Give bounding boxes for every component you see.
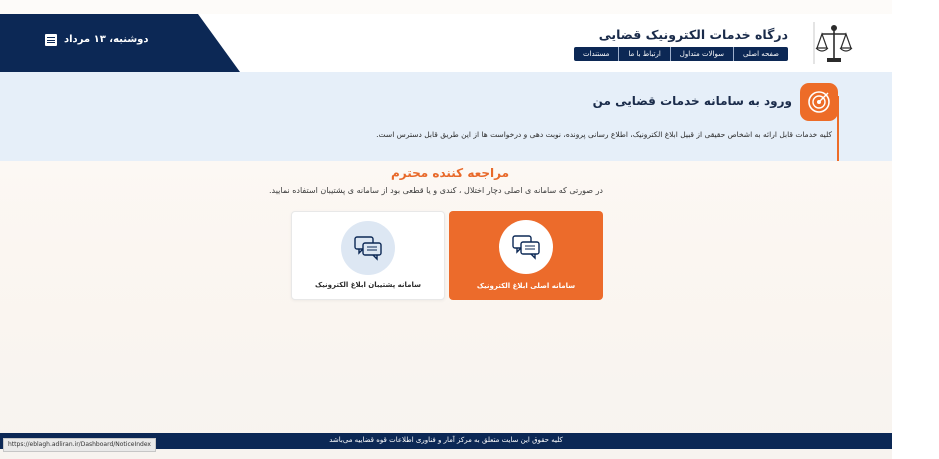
greeting-heading: مراجعه کننده محترم <box>390 166 510 180</box>
notice-title: ورود به سامانه خدمات قضایی من <box>592 94 792 108</box>
instruction-text: در صورتی که سامانه ی اصلی دچار اختلال ، … <box>269 186 603 195</box>
nav-item-home[interactable]: صفحه اصلی <box>732 47 788 61</box>
backup-system-button[interactable]: سامانه پشتیبان ابلاغ الکترونیک <box>291 211 445 300</box>
target-icon <box>808 91 830 113</box>
card-icon-circle <box>341 221 395 275</box>
notice-band: ورود به سامانه خدمات قضایی من کلیه خدمات… <box>0 72 892 161</box>
site-header: دوشنبه، ۱۳ مرداد درگاه خدمات الکترونیک ق… <box>0 14 892 72</box>
primary-system-button[interactable]: سامانه اصلی ابلاغ الکترونیک <box>449 211 603 300</box>
calendar-icon <box>45 34 57 46</box>
page: دوشنبه، ۱۳ مرداد درگاه خدمات الکترونیک ق… <box>0 0 892 459</box>
chat-bubbles-icon <box>354 236 382 261</box>
nav-item-faq[interactable]: سوالات متداول <box>669 47 733 61</box>
card-icon-circle <box>499 220 553 274</box>
judiciary-emblem-icon <box>813 22 853 64</box>
main-nav: صفحه اصلی سوالات متداول ارتباط با ما مست… <box>573 47 788 61</box>
notice-badge <box>800 83 839 161</box>
browser-status-url: https://eblagh.adliran.ir/Dashboard/Noti… <box>3 438 156 452</box>
primary-system-label: سامانه اصلی ابلاغ الکترونیک <box>476 282 576 290</box>
portal-title: درگاه خدمات الکترونیک قضایی <box>598 27 788 42</box>
chat-bubbles-icon <box>512 235 540 260</box>
nav-item-docs[interactable]: مستندات <box>574 47 618 61</box>
backup-system-label: سامانه پشتیبان ابلاغ الکترونیک <box>314 281 422 289</box>
nav-item-contact[interactable]: ارتباط با ما <box>618 47 669 61</box>
notice-text: کلیه خدمات قابل ارائه به اشخاص حقیقی از … <box>376 130 832 139</box>
current-date: دوشنبه، ۱۳ مرداد <box>64 34 149 45</box>
